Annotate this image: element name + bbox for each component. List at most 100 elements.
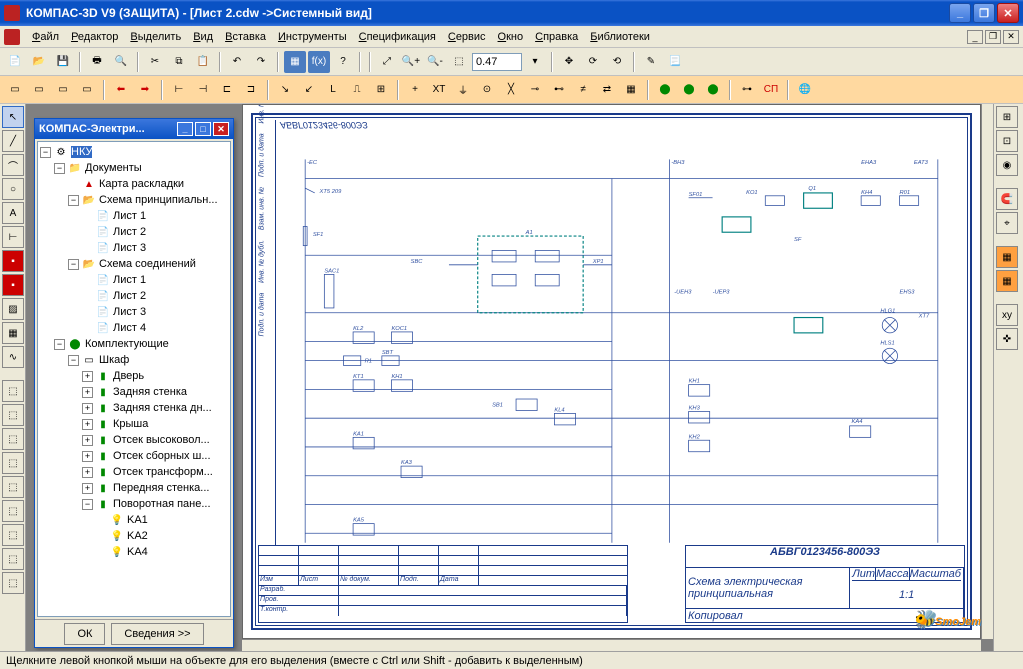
ok-button[interactable]: ОК bbox=[64, 623, 105, 645]
vertical-scrollbar[interactable] bbox=[981, 104, 993, 639]
tree-ka2[interactable]: KA2 bbox=[127, 530, 148, 542]
tool-g2[interactable]: ⬤ bbox=[678, 79, 700, 101]
menu-libraries[interactable]: Библиотеки bbox=[584, 29, 656, 45]
zoom-input[interactable] bbox=[472, 53, 522, 71]
tool-a[interactable]: ▭ bbox=[4, 79, 26, 101]
expander-icon[interactable]: + bbox=[82, 483, 93, 494]
tool-dim3[interactable]: ⊏ bbox=[216, 79, 238, 101]
redo-button[interactable]: ↷ bbox=[250, 51, 272, 73]
spec-button[interactable]: ▦ bbox=[284, 51, 306, 73]
tree-front[interactable]: Передняя стенка... bbox=[113, 482, 209, 494]
menu-tools[interactable]: Инструменты bbox=[272, 29, 353, 45]
tree-card[interactable]: Карта раскладки bbox=[99, 178, 184, 190]
rtool-axis[interactable]: ✜ bbox=[996, 328, 1018, 350]
rotate-button[interactable]: ⟳ bbox=[582, 51, 604, 73]
expander-icon[interactable]: + bbox=[82, 371, 93, 382]
zoom-fit-button[interactable]: ⤢ bbox=[376, 51, 398, 73]
tool-e3[interactable]: L bbox=[322, 79, 344, 101]
tree-door[interactable]: Дверь bbox=[113, 370, 144, 382]
tool-table[interactable]: ▦ bbox=[2, 322, 24, 344]
tool-circle[interactable]: ○ bbox=[2, 178, 24, 200]
tree-sheet-p3[interactable]: Лист 3 bbox=[113, 242, 146, 254]
copy-button[interactable]: ⧉ bbox=[168, 51, 190, 73]
tool-spline[interactable]: ∿ bbox=[2, 346, 24, 368]
tool-grid[interactable]: ▦ bbox=[620, 79, 642, 101]
pan-button[interactable]: ✥ bbox=[558, 51, 580, 73]
tree-ka1[interactable]: KA1 bbox=[127, 514, 148, 526]
properties-button[interactable]: 📃 bbox=[664, 51, 686, 73]
panel-title-bar[interactable]: КОМПАС-Электри... _ □ ✕ bbox=[35, 119, 233, 139]
menu-view[interactable]: Вид bbox=[187, 29, 219, 45]
tool-c[interactable]: ▭ bbox=[52, 79, 74, 101]
rtool-grid[interactable]: ▦ bbox=[996, 246, 1018, 268]
expander-icon[interactable]: + bbox=[82, 435, 93, 446]
close-button[interactable]: ✕ bbox=[997, 3, 1019, 23]
open-button[interactable]: 📂 bbox=[28, 51, 50, 73]
tool-junction[interactable]: ⊙ bbox=[476, 79, 498, 101]
tool-link[interactable]: ⊶ bbox=[736, 79, 758, 101]
tool-line[interactable]: ╱ bbox=[2, 130, 24, 152]
fx-button[interactable]: f(x) bbox=[308, 51, 330, 73]
tool-e5[interactable]: ⊞ bbox=[370, 79, 392, 101]
tool-conn[interactable]: ⊸ bbox=[524, 79, 546, 101]
tool-swap[interactable]: ⇄ bbox=[596, 79, 618, 101]
drawing-canvas[interactable]: АБВГ0123456-800ЭЗ Подп. и дата Инв. № ду… bbox=[242, 104, 981, 639]
menu-help[interactable]: Справка bbox=[529, 29, 584, 45]
tool-l4[interactable]: ⬚ bbox=[2, 452, 24, 474]
tree-otsek1[interactable]: Отсек высоковол... bbox=[113, 434, 210, 446]
tool-arc[interactable]: ⌒ bbox=[2, 154, 24, 176]
tree-root[interactable]: НКУ bbox=[71, 146, 92, 158]
edit-button[interactable]: ✎ bbox=[640, 51, 662, 73]
tool-dim[interactable]: ⊢ bbox=[2, 226, 24, 248]
tool-d[interactable]: ▭ bbox=[76, 79, 98, 101]
tool-l8[interactable]: ⬚ bbox=[2, 548, 24, 570]
tool-select[interactable]: ↖ bbox=[2, 106, 24, 128]
tool-red2[interactable]: ▪ bbox=[2, 274, 24, 296]
tool-cross[interactable]: ╳ bbox=[500, 79, 522, 101]
tree-otsek3[interactable]: Отсек трансформ... bbox=[113, 466, 213, 478]
panel-min-button[interactable]: _ bbox=[177, 122, 193, 136]
rtool-snap[interactable]: ⌖ bbox=[996, 212, 1018, 234]
tree-cabinet[interactable]: Шкаф bbox=[99, 354, 129, 366]
maximize-button[interactable]: ❐ bbox=[973, 3, 995, 23]
help-button[interactable]: ? bbox=[332, 51, 354, 73]
project-tree[interactable]: −⚙НКУ −📁Документы ▲Карта раскладки −📂Схе… bbox=[37, 141, 231, 617]
tool-arrow-right[interactable]: ➡ bbox=[134, 79, 156, 101]
mdi-close-button[interactable]: ✕ bbox=[1003, 30, 1019, 44]
rtool-2[interactable]: ⊡ bbox=[996, 130, 1018, 152]
tree-back1[interactable]: Задняя стенка bbox=[113, 386, 187, 398]
zoom-dropdown[interactable]: ▾ bbox=[524, 51, 546, 73]
save-button[interactable]: 💾 bbox=[52, 51, 74, 73]
tree-sheet-s3[interactable]: Лист 3 bbox=[113, 306, 146, 318]
expander-icon[interactable]: + bbox=[82, 419, 93, 430]
tree-sheet-p2[interactable]: Лист 2 bbox=[113, 226, 146, 238]
menu-spec[interactable]: Спецификация bbox=[353, 29, 442, 45]
expander-icon[interactable]: + bbox=[82, 467, 93, 478]
details-button[interactable]: Сведения >> bbox=[111, 623, 203, 645]
panel-close-button[interactable]: ✕ bbox=[213, 122, 229, 136]
tool-l6[interactable]: ⬚ bbox=[2, 500, 24, 522]
refresh-button[interactable]: ⟲ bbox=[606, 51, 628, 73]
menu-insert[interactable]: Вставка bbox=[219, 29, 272, 45]
expander-icon[interactable]: − bbox=[40, 147, 51, 158]
tool-dim4[interactable]: ⊐ bbox=[240, 79, 262, 101]
tree-docs[interactable]: Документы bbox=[85, 162, 142, 174]
tree-roof[interactable]: Крыша bbox=[113, 418, 148, 430]
expander-icon[interactable]: − bbox=[68, 355, 79, 366]
tree-sheet-p1[interactable]: Лист 1 bbox=[113, 210, 146, 222]
rtool-xy[interactable]: xy bbox=[996, 304, 1018, 326]
tool-sp[interactable]: СП bbox=[760, 79, 782, 101]
paste-button[interactable]: 📋 bbox=[192, 51, 214, 73]
rtool-1[interactable]: ⊞ bbox=[996, 106, 1018, 128]
mdi-min-button[interactable]: _ bbox=[967, 30, 983, 44]
tool-l2[interactable]: ⬚ bbox=[2, 404, 24, 426]
tree-back2[interactable]: Задняя стенка дн... bbox=[113, 402, 212, 414]
tree-pivot[interactable]: Поворотная пане... bbox=[113, 498, 211, 510]
tool-text[interactable]: A bbox=[2, 202, 24, 224]
expander-icon[interactable]: + bbox=[82, 387, 93, 398]
rtool-3[interactable]: ◉ bbox=[996, 154, 1018, 176]
expander-icon[interactable]: − bbox=[54, 163, 65, 174]
expander-icon[interactable]: − bbox=[82, 499, 93, 510]
tool-e4[interactable]: ⎍ bbox=[346, 79, 368, 101]
tree-otsek2[interactable]: Отсек сборных ш... bbox=[113, 450, 211, 462]
